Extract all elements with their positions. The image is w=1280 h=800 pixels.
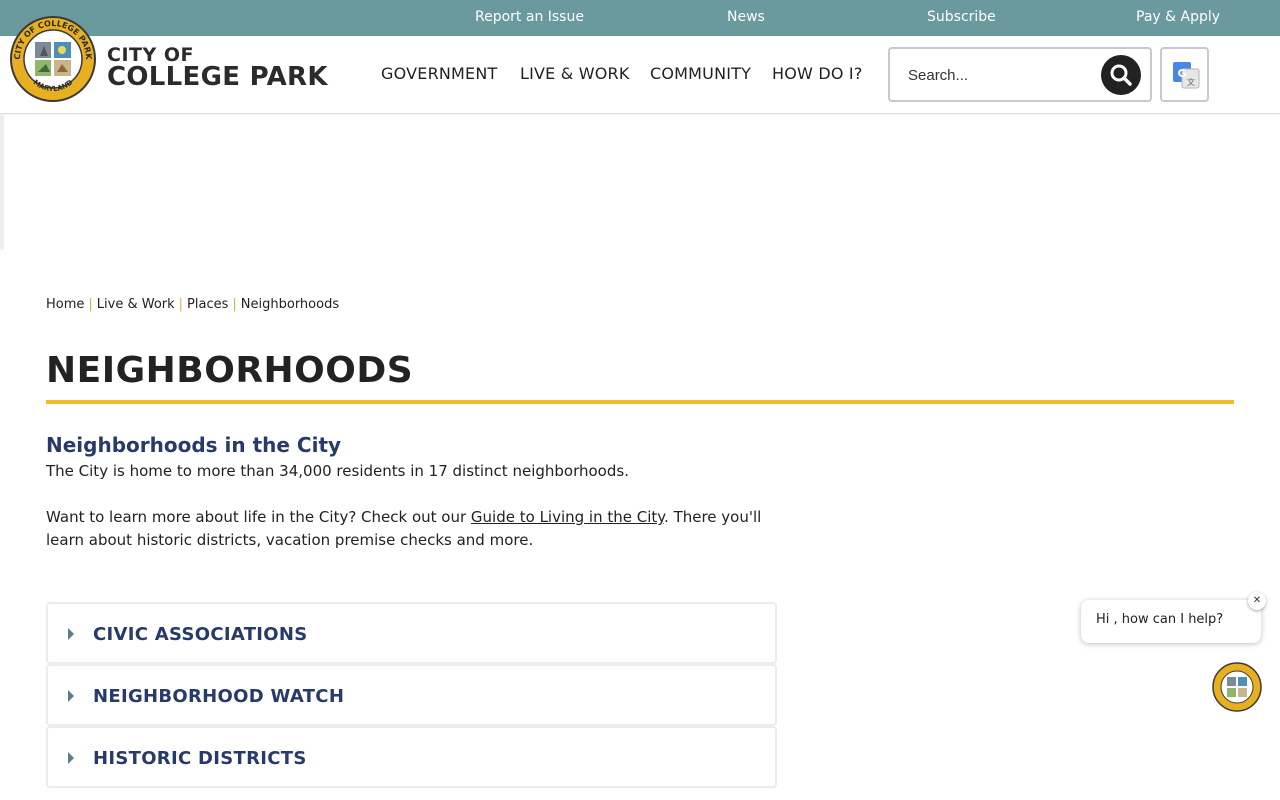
breadcrumb-live-work[interactable]: Live & Work [97,297,175,312]
city-seal-logo[interactable]: CITY OF COLLEGE PARK MARYLAND [10,16,96,102]
section-heading: Neighborhoods in the City [46,433,342,457]
title-divider [46,400,1234,404]
chat-greeting-text: Hi , how can I help? [1096,612,1224,627]
breadcrumb-neighborhoods[interactable]: Neighborhoods [241,297,339,312]
chat-greeting-bubble[interactable]: Hi , how can I help? [1081,600,1261,643]
search-box [888,47,1152,102]
accordion-label: NEIGHBORHOOD WATCH [93,686,345,707]
breadcrumb-separator: | [232,297,237,312]
site-header: CITY OF COLLEGE PARK MARYLAND CITY OF CO… [0,16,1280,114]
google-translate-icon: G 文 [1173,62,1200,89]
accordion-label: CIVIC ASSOCIATIONS [93,624,308,645]
caret-right-icon [68,690,74,702]
caret-right-icon [68,752,74,764]
breadcrumb-separator: | [88,297,93,312]
breadcrumb-separator: | [178,297,184,312]
breadcrumb-home[interactable]: Home [46,297,84,312]
accordion-historic-districts[interactable]: HISTORIC DISTRICTS [46,726,777,788]
utility-bar: Report an Issue News Subscribe Pay & App… [0,0,1280,36]
svg-text:G: G [1177,67,1186,80]
svg-text:文: 文 [1187,77,1195,87]
translate-button[interactable]: G 文 [1160,47,1209,102]
guide-paragraph: Want to learn more about life in the Cit… [46,506,786,552]
subscribe-link[interactable]: Subscribe [927,9,996,25]
accordion-neighborhood-watch[interactable]: NEIGHBORHOOD WATCH [46,664,777,726]
chat-launcher-button[interactable] [1212,662,1262,712]
report-issue-link[interactable]: Report an Issue [475,9,584,25]
brand-line2[interactable]: COLLEGE PARK [107,62,328,92]
search-input[interactable] [908,65,1088,85]
breadcrumb: Home | Live & Work | Places | Neighborhoods [46,297,339,312]
search-button[interactable] [1101,55,1141,95]
chat-close-icon[interactable]: ✕ [1248,592,1266,610]
guide-living-link[interactable]: Guide to Living in the City [471,508,664,526]
hero-banner [0,114,1280,250]
accordion-civic-associations[interactable]: CIVIC ASSOCIATIONS [46,602,777,664]
nav-government[interactable]: GOVERNMENT [381,64,498,83]
news-link[interactable]: News [727,9,765,25]
intro-paragraph: The City is home to more than 34,000 res… [46,462,629,480]
city-seal-icon [1212,662,1262,712]
accordion-label: HISTORIC DISTRICTS [93,748,307,769]
breadcrumb-places[interactable]: Places [187,297,228,312]
page-title: NEIGHBORHOODS [46,350,414,391]
caret-right-icon [68,628,74,640]
nav-community[interactable]: COMMUNITY [650,64,751,83]
pay-apply-link[interactable]: Pay & Apply [1136,9,1220,25]
guide-text-before: Want to learn more about life in the Cit… [46,508,471,526]
nav-live-work[interactable]: LIVE & WORK [520,64,630,83]
search-icon [1110,64,1132,86]
nav-how-do-i[interactable]: HOW DO I? [772,64,863,83]
